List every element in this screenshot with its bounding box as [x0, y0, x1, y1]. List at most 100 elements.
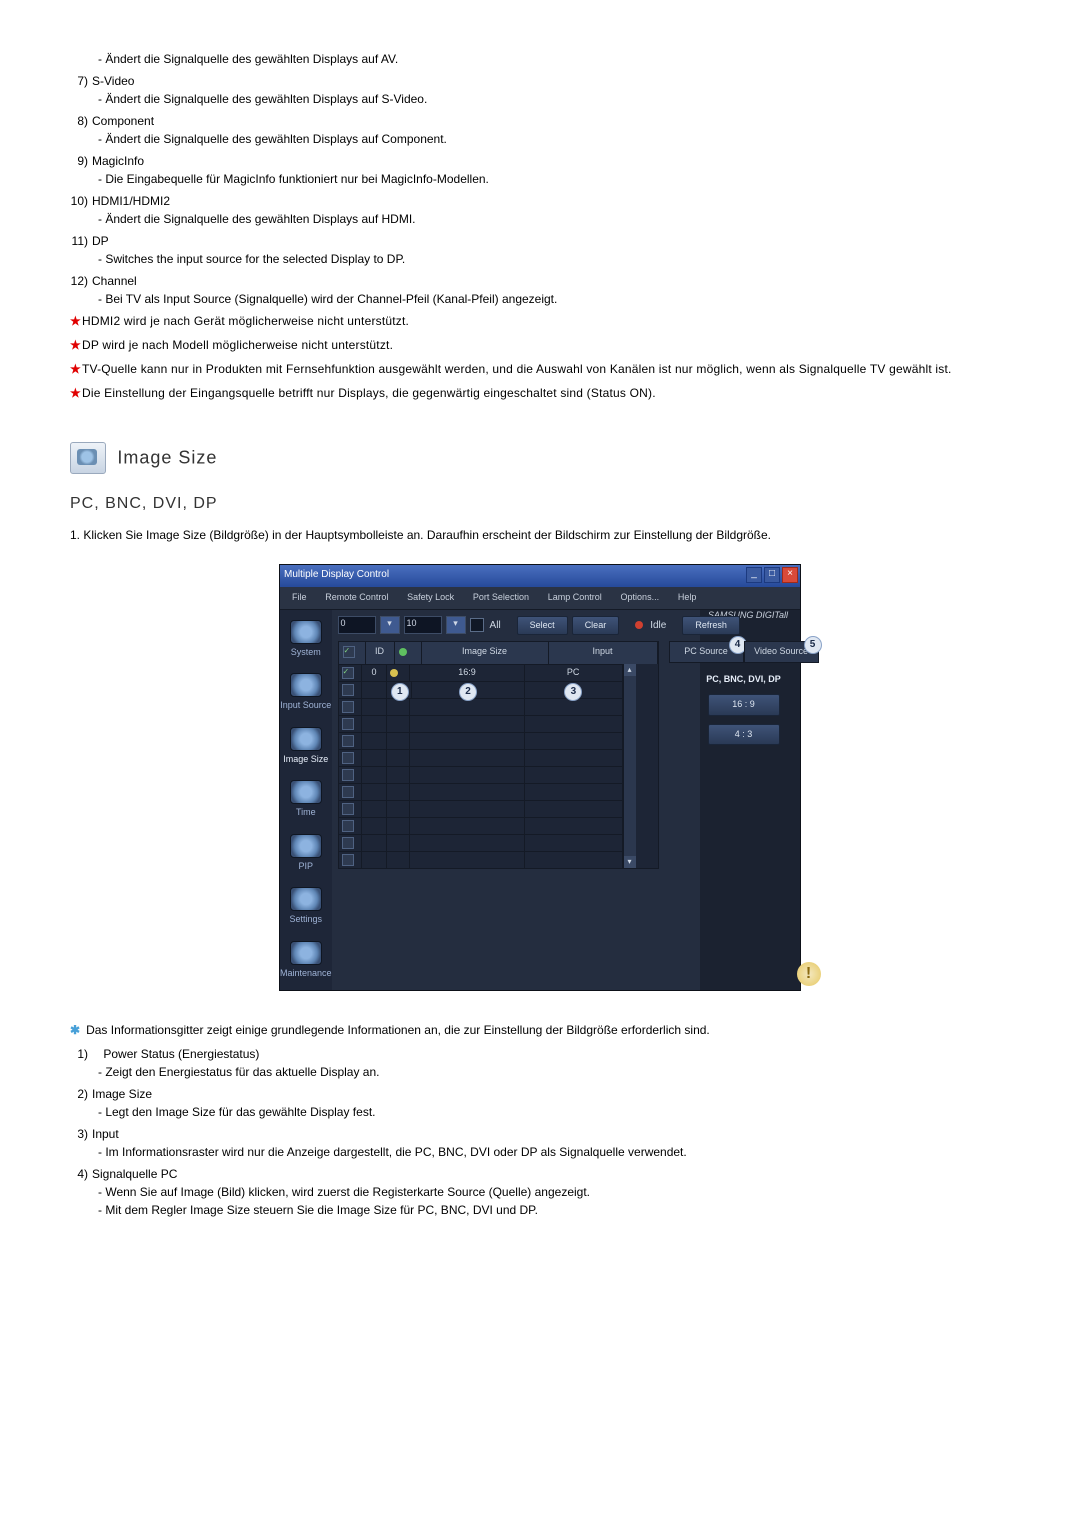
num-9: 9)	[70, 152, 88, 170]
tab-video-source[interactable]: Video Source5	[744, 641, 819, 663]
table-row[interactable]	[339, 834, 623, 851]
scroll-down-icon[interactable]: ▾	[624, 856, 636, 868]
desc-hdmi: - Ändert die Signalquelle des gewählten …	[98, 210, 1010, 228]
table-row[interactable]	[339, 817, 623, 834]
warning-icon: !	[797, 962, 821, 986]
sidebar-item-system[interactable]: System	[280, 616, 332, 670]
num-10: 10)	[70, 192, 88, 210]
all-checkbox[interactable]	[470, 618, 484, 632]
table-row[interactable]	[339, 749, 623, 766]
tab-pc-source[interactable]: PC Source4	[669, 641, 744, 663]
header-checkbox[interactable]	[343, 646, 355, 658]
table-row[interactable]: 0 16:9 PC	[339, 664, 623, 681]
scroll-up-icon[interactable]: ▴	[624, 664, 636, 676]
sidebar-item-image-size[interactable]: Image Size	[280, 723, 332, 777]
note-dp: DP wird je nach Modell möglicherweise ni…	[82, 338, 393, 352]
info-note: Das Informationsgitter zeigt einige grun…	[86, 1021, 710, 1039]
sidebar-item-input-source[interactable]: Input Source	[280, 669, 332, 723]
bdesc-pc1: - Wenn Sie auf Image (Bild) klicken, wir…	[98, 1183, 1010, 1201]
bnum-4: 4)	[70, 1165, 88, 1183]
desc-component: - Ändert die Signalquelle des gewählten …	[98, 130, 1010, 148]
menu-port[interactable]: Port Selection	[465, 589, 537, 607]
menu-remote[interactable]: Remote Control	[317, 589, 396, 607]
row-input: PC	[525, 665, 623, 681]
table-row[interactable]	[339, 851, 623, 868]
right-pane-title: PC, BNC, DVI, DP	[669, 673, 819, 687]
maximize-button[interactable]: □	[764, 567, 780, 583]
input-source-icon	[290, 673, 322, 697]
bdesc-input: - Im Informationsraster wird nur die Anz…	[98, 1143, 1010, 1161]
row-id: 0	[362, 665, 387, 681]
sidebar-item-settings[interactable]: Settings	[280, 883, 332, 937]
display-table: ID Image Size Input 0 16:9 PC	[338, 641, 659, 869]
menu-options[interactable]: Options...	[613, 589, 668, 607]
label-magicinfo: MagicInfo	[92, 154, 144, 168]
chevron-down-icon[interactable]: ▾	[380, 616, 400, 634]
chevron-down-icon[interactable]: ▾	[446, 616, 466, 634]
desc-magicinfo: - Die Eingabequelle für MagicInfo funkti…	[98, 170, 1010, 188]
note-hdmi2: HDMI2 wird je nach Gerät möglicherweise …	[82, 314, 409, 328]
menu-safety[interactable]: Safety Lock	[399, 589, 462, 607]
label-dp: DP	[92, 234, 109, 248]
range-from[interactable]: 0	[338, 616, 376, 634]
table-row[interactable]	[339, 800, 623, 817]
range-to[interactable]: 10	[404, 616, 442, 634]
callout-5: 5	[804, 636, 822, 654]
titlebar: Multiple Display Control _ □ ×	[280, 565, 800, 587]
sidebar-item-pip[interactable]: PIP	[280, 830, 332, 884]
blabel-input: Input	[92, 1127, 119, 1141]
maintenance-icon	[290, 941, 322, 965]
bdesc-pc2: - Mit dem Regler Image Size steuern Sie …	[98, 1201, 1010, 1219]
blabel-imgsize: Image Size	[92, 1087, 152, 1101]
table-row[interactable]	[339, 766, 623, 783]
clear-button[interactable]: Clear	[572, 616, 620, 636]
star-icon: ★	[70, 312, 81, 330]
row-size: 16:9	[410, 665, 524, 681]
step1-text: Klicken Sie Image Size (Bildgröße) in de…	[83, 528, 771, 542]
app-window: Multiple Display Control _ □ × File Remo…	[279, 564, 801, 991]
scrollbar[interactable]: ▴ ▾	[623, 664, 636, 868]
desc-svideo: - Ändert die Signalquelle des gewählten …	[98, 90, 1010, 108]
image-size-nav-icon	[290, 727, 322, 751]
close-button[interactable]: ×	[782, 567, 798, 583]
star-icon: ★	[70, 360, 81, 378]
star-icon: ★	[70, 336, 81, 354]
th-input: Input	[549, 642, 658, 664]
desc-dp: - Switches the input source for the sele…	[98, 250, 1010, 268]
table-row[interactable]: 1 2 3	[339, 681, 623, 698]
menu-help[interactable]: Help	[670, 589, 705, 607]
section-title: Image Size	[117, 448, 217, 468]
app-title: Multiple Display Control	[284, 569, 389, 580]
ratio-4-3-button[interactable]: 4 : 3	[708, 724, 780, 746]
menu-file[interactable]: File	[284, 589, 315, 607]
note-on: Die Einstellung der Eingangsquelle betri…	[82, 386, 656, 400]
table-row[interactable]	[339, 698, 623, 715]
bdesc-power: - Zeigt den Energiestatus für das aktuel…	[98, 1063, 1010, 1081]
status-header-icon	[399, 648, 407, 656]
time-icon	[290, 780, 322, 804]
bdesc-imgsize: - Legt den Image Size für das gewählte D…	[98, 1103, 1010, 1121]
sidebar-item-maintenance[interactable]: Maintenance	[280, 937, 332, 991]
table-row[interactable]	[339, 783, 623, 800]
menu-lamp[interactable]: Lamp Control	[540, 589, 610, 607]
select-button[interactable]: Select	[517, 616, 568, 636]
ratio-16-9-button[interactable]: 16 : 9	[708, 694, 780, 716]
sidebar-item-time[interactable]: Time	[280, 776, 332, 830]
th-image-size: Image Size	[422, 642, 549, 664]
label-component: Component	[92, 114, 154, 128]
all-label: All	[490, 618, 501, 633]
star-icon: ★	[70, 384, 81, 402]
row-checkbox[interactable]	[342, 667, 354, 679]
table-row[interactable]	[339, 715, 623, 732]
menubar: File Remote Control Safety Lock Port Sel…	[280, 587, 800, 610]
num-7: 7)	[70, 72, 88, 90]
row-checkbox[interactable]	[342, 684, 354, 696]
label-svideo: S-Video	[92, 74, 134, 88]
refresh-button[interactable]: Refresh	[682, 616, 740, 636]
desc-channel: - Bei TV als Input Source (Signalquelle)…	[98, 290, 1010, 308]
table-row[interactable]	[339, 732, 623, 749]
idle-label: Idle	[650, 618, 666, 633]
num-11: 11)	[70, 232, 88, 250]
minimize-button[interactable]: _	[746, 567, 762, 583]
label-hdmi: HDMI1/HDMI2	[92, 194, 170, 208]
